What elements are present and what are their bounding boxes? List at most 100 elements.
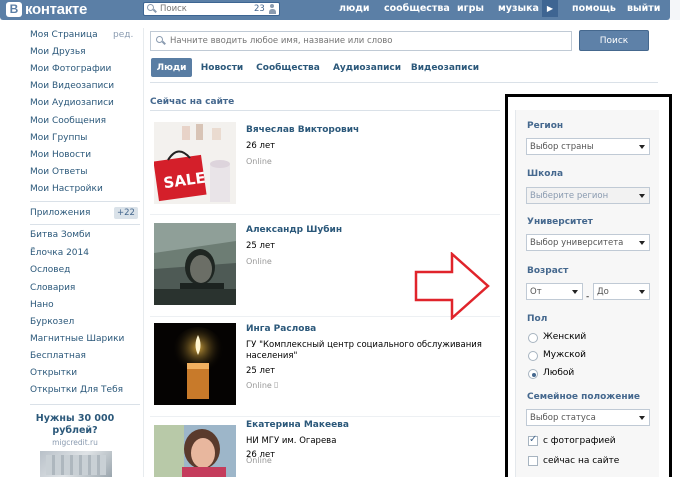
search-icon [147, 4, 157, 14]
nav-logout[interactable]: выйти [627, 0, 660, 17]
person-name[interactable]: Вячеслав Викторович [246, 125, 359, 135]
person-info: населения" [246, 351, 298, 361]
section-title: Сейчас на сайте [150, 97, 235, 107]
nav-communities[interactable]: сообщества [384, 0, 450, 17]
with-photo-label[interactable]: с фотографией [543, 436, 616, 446]
gender-radio-female[interactable] [528, 333, 538, 343]
person-photo[interactable] [154, 323, 236, 405]
tab-video[interactable]: Видеозаписи [409, 58, 481, 77]
search-icon [156, 36, 166, 46]
sidebar-item-friends[interactable]: Мои Друзья [30, 47, 86, 61]
sidebar-edit-link[interactable]: ред. [113, 30, 133, 40]
sidebar-divider [30, 404, 140, 405]
top-search-input[interactable] [157, 3, 252, 15]
chevron-down-icon [639, 194, 645, 198]
sidebar-app-item[interactable]: Магнитные Шарики [30, 334, 124, 348]
sidebar-app-item[interactable]: Битва Зомби [30, 230, 90, 244]
sidebar-item-messages[interactable]: Мои Сообщения [30, 116, 106, 130]
vk-logo-text: контакте [25, 0, 88, 18]
sidebar-item-answers[interactable]: Мои Ответы [30, 167, 88, 181]
region-label: Регион [527, 121, 564, 131]
sidebar-app-item[interactable]: Ёлочка 2014 [30, 248, 89, 262]
nav-games[interactable]: игры [457, 0, 484, 17]
tab-communities[interactable]: Сообщества [254, 58, 322, 77]
apps-count-badge: +22 [114, 207, 138, 219]
school-select-value: Выберите регион [530, 190, 609, 201]
with-photo-checkbox[interactable] [528, 434, 538, 446]
sidebar-app-item[interactable]: Открытки Для Тебя [30, 385, 123, 399]
man-in-car-image [154, 223, 236, 305]
ad-image[interactable] [40, 451, 112, 477]
marital-status-select[interactable]: Выбор статуса [526, 409, 650, 426]
school-label: Школа [527, 169, 564, 179]
online-now-label[interactable]: сейчас на сайте [543, 456, 619, 466]
sidebar-item-my-page[interactable]: Моя Страница [30, 30, 98, 44]
age-to-value: До [597, 286, 609, 297]
region-select[interactable]: Выбор страны [526, 138, 650, 155]
sidebar-app-item[interactable]: Словария [30, 283, 75, 297]
play-icon[interactable]: ▶ [542, 0, 558, 17]
sidebar-item-audio[interactable]: Мои Аудиозаписи [30, 98, 114, 112]
candle-image [154, 323, 236, 405]
sidebar-app-item[interactable]: Открытки [30, 368, 77, 382]
tab-news[interactable]: Новости [197, 58, 247, 77]
sidebar-item-groups[interactable]: Мои Группы [30, 133, 87, 147]
online-status: Online [246, 157, 272, 166]
row-divider [150, 214, 500, 215]
school-select[interactable]: Выберите регион [526, 187, 650, 204]
people-search-input[interactable] [166, 36, 561, 46]
sidebar-divider [30, 224, 140, 225]
sidebar-app-item[interactable]: Ословед [30, 265, 70, 279]
marital-status-label: Семейное положение [527, 392, 640, 402]
gender-radio-any[interactable] [528, 369, 538, 379]
gender-option-label[interactable]: Любой [543, 368, 574, 378]
chevron-down-icon [639, 145, 645, 149]
person-info: 26 лет [246, 141, 276, 151]
person-photo[interactable] [154, 223, 236, 305]
annotation-arrow [414, 252, 490, 320]
university-select[interactable]: Выбор университета [526, 234, 650, 251]
sidebar-item-apps[interactable]: Приложения [30, 208, 90, 222]
online-now-checkbox[interactable] [528, 456, 538, 466]
vk-logo[interactable]: B контакте [6, 0, 87, 18]
gender-label: Пол [527, 314, 548, 324]
gender-option-label[interactable]: Мужской [543, 350, 586, 360]
sidebar-item-news[interactable]: Мои Новости [30, 150, 91, 164]
nav-people[interactable]: люди [339, 0, 370, 17]
sidebar-app-item[interactable]: Бесплатная [30, 351, 86, 365]
person-photo[interactable]: SALE [154, 122, 236, 204]
gender-option-label[interactable]: Женский [543, 332, 586, 342]
chevron-down-icon [572, 290, 578, 294]
sidebar-item-settings[interactable]: Мои Настройки [30, 184, 103, 198]
online-status: Online [246, 456, 272, 465]
tabs-underline [150, 82, 658, 83]
age-label: Возраст [527, 266, 569, 276]
person-name[interactable]: Александр Шубин [246, 225, 342, 235]
sidebar-app-item[interactable]: Нано [30, 300, 54, 314]
ad-title[interactable]: Нужны 30 000 рублей? [30, 413, 120, 437]
sidebar-app-item[interactable]: Буркозел [30, 317, 74, 331]
person-photo[interactable] [154, 425, 236, 477]
nav-music[interactable]: музыка [498, 0, 539, 17]
age-to-select[interactable]: До [593, 283, 650, 300]
tab-people[interactable]: Люди [151, 58, 192, 77]
person-info: 25 лет [246, 366, 276, 376]
gender-radio-male[interactable] [528, 351, 538, 361]
person-name[interactable]: Инга Раслова [246, 324, 316, 334]
nav-help[interactable]: помощь [572, 0, 616, 17]
chevron-down-icon [639, 290, 645, 294]
sidebar-item-videos[interactable]: Мои Видеозаписи [30, 81, 114, 95]
person-name[interactable]: Екатерина Макеева [246, 420, 349, 430]
ad-url[interactable]: migcredit.ru [30, 438, 120, 447]
age-from-select[interactable]: От [526, 283, 583, 300]
top-search-box[interactable]: 23 [143, 2, 280, 16]
age-range-dash: - [586, 292, 590, 302]
search-button[interactable]: Поиск [579, 30, 649, 51]
people-search-box[interactable] [150, 31, 572, 51]
online-friends-count: 23 [254, 4, 265, 14]
section-divider [150, 110, 500, 111]
content-divider [143, 28, 144, 477]
online-status: Online [246, 381, 272, 390]
sidebar-item-photos[interactable]: Мои Фотографии [30, 64, 111, 78]
tab-audio[interactable]: Аудиозаписи [330, 58, 404, 77]
